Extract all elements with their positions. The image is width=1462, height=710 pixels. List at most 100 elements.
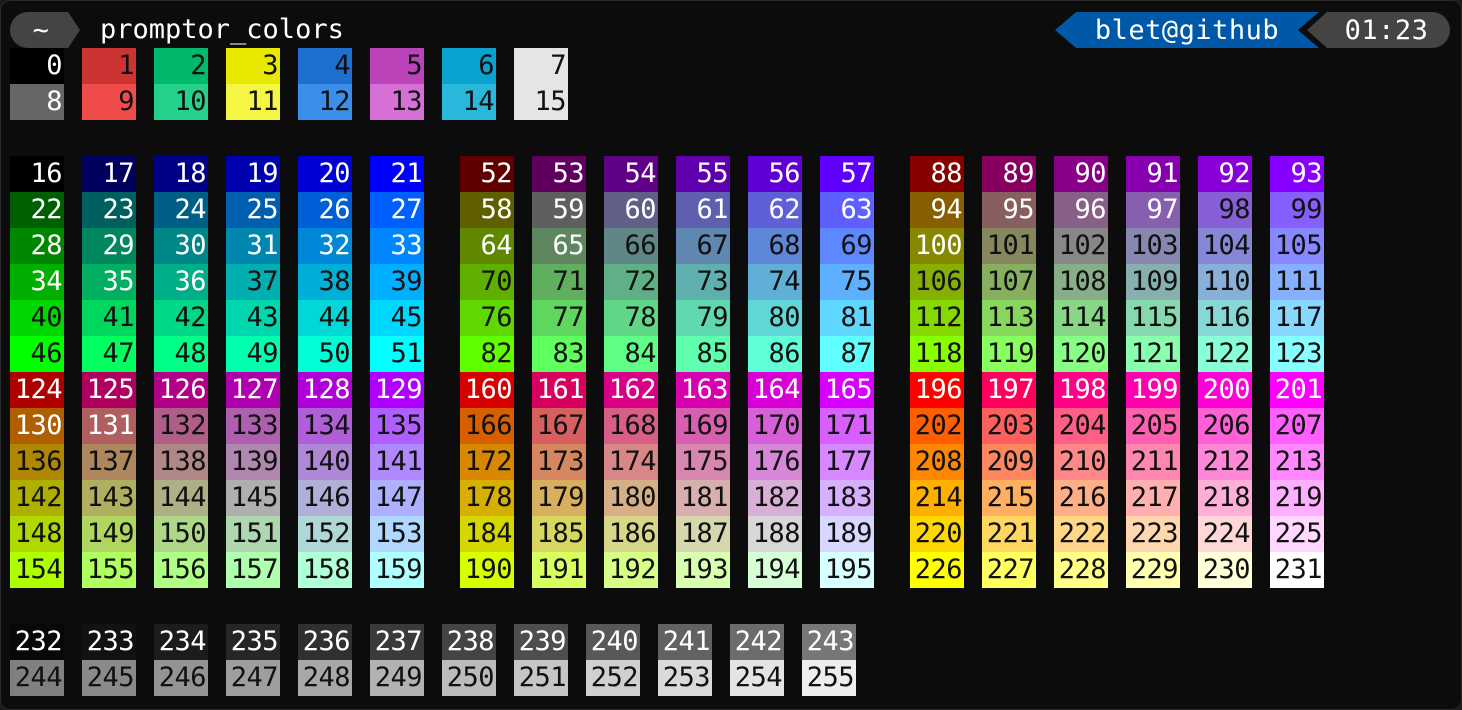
color-swatch-152: 152 — [298, 516, 352, 552]
color-swatch-43: 43 — [226, 300, 280, 336]
color-swatch-136: 136 — [10, 444, 64, 480]
color-swatch-196: 196 — [910, 372, 964, 408]
color-swatch-247: 247 — [226, 660, 280, 696]
color-swatch-74: 74 — [748, 264, 802, 300]
color-swatch-155: 155 — [82, 552, 136, 588]
color-swatch-128: 128 — [298, 372, 352, 408]
color-swatch-64: 64 — [460, 228, 514, 264]
color-swatch-192: 192 — [604, 552, 658, 588]
color-swatch-96: 96 — [1054, 192, 1108, 228]
color-swatch-218: 218 — [1198, 480, 1252, 516]
color-swatch-191: 191 — [532, 552, 586, 588]
color-swatch-5: 5 — [370, 48, 424, 84]
color-swatch-124: 124 — [10, 372, 64, 408]
color-swatch-181: 181 — [676, 480, 730, 516]
color-swatch-240: 240 — [586, 624, 640, 660]
color-swatch-194: 194 — [748, 552, 802, 588]
color-swatch-103: 103 — [1126, 228, 1180, 264]
color-swatch-120: 120 — [1054, 336, 1108, 372]
color-swatch-142: 142 — [10, 480, 64, 516]
color-swatch-104: 104 — [1198, 228, 1252, 264]
color-swatch-91: 91 — [1126, 156, 1180, 192]
color-swatch-46: 46 — [10, 336, 64, 372]
color-swatch-184: 184 — [460, 516, 514, 552]
color-swatch-217: 217 — [1126, 480, 1180, 516]
color-swatch-44: 44 — [298, 300, 352, 336]
color-swatch-98: 98 — [1198, 192, 1252, 228]
color-swatch-219: 219 — [1270, 480, 1324, 516]
color-swatch-146: 146 — [298, 480, 352, 516]
color-swatch-135: 135 — [370, 408, 424, 444]
color-swatch-54: 54 — [604, 156, 658, 192]
color-swatch-139: 139 — [226, 444, 280, 480]
color-swatch-7: 7 — [514, 48, 568, 84]
color-swatch-115: 115 — [1126, 300, 1180, 336]
color-swatch-159: 159 — [370, 552, 424, 588]
color-swatch-220: 220 — [910, 516, 964, 552]
color-swatch-24: 24 — [154, 192, 208, 228]
color-swatch-123: 123 — [1270, 336, 1324, 372]
color-swatch-76: 76 — [460, 300, 514, 336]
color-palette: 0 1 2 3 4 5 6 7 8 9 10 11 12 13 14 15 16 17 18 19 20 21 52 53 54… — [0, 0, 1462, 710]
color-swatch-188: 188 — [748, 516, 802, 552]
color-swatch-164: 164 — [748, 372, 802, 408]
color-swatch-92: 92 — [1198, 156, 1252, 192]
color-swatch-160: 160 — [460, 372, 514, 408]
color-swatch-97: 97 — [1126, 192, 1180, 228]
color-swatch-230: 230 — [1198, 552, 1252, 588]
color-swatch-28: 28 — [10, 228, 64, 264]
color-swatch-22: 22 — [10, 192, 64, 228]
color-swatch-33: 33 — [370, 228, 424, 264]
color-swatch-94: 94 — [910, 192, 964, 228]
color-swatch-122: 122 — [1198, 336, 1252, 372]
color-swatch-86: 86 — [748, 336, 802, 372]
color-swatch-202: 202 — [910, 408, 964, 444]
color-swatch-63: 63 — [820, 192, 874, 228]
color-swatch-245: 245 — [82, 660, 136, 696]
color-swatch-211: 211 — [1126, 444, 1180, 480]
color-swatch-112: 112 — [910, 300, 964, 336]
color-swatch-214: 214 — [910, 480, 964, 516]
color-swatch-4: 4 — [298, 48, 352, 84]
color-swatch-71: 71 — [532, 264, 586, 300]
color-swatch-130: 130 — [10, 408, 64, 444]
color-swatch-84: 84 — [604, 336, 658, 372]
color-swatch-6: 6 — [442, 48, 496, 84]
color-swatch-11: 11 — [226, 84, 280, 120]
color-swatch-37: 37 — [226, 264, 280, 300]
color-swatch-253: 253 — [658, 660, 712, 696]
color-swatch-228: 228 — [1054, 552, 1108, 588]
color-swatch-236: 236 — [298, 624, 352, 660]
color-swatch-232: 232 — [10, 624, 64, 660]
color-swatch-238: 238 — [442, 624, 496, 660]
color-swatch-226: 226 — [910, 552, 964, 588]
color-swatch-147: 147 — [370, 480, 424, 516]
color-swatch-116: 116 — [1198, 300, 1252, 336]
color-swatch-179: 179 — [532, 480, 586, 516]
color-swatch-221: 221 — [982, 516, 1036, 552]
color-swatch-162: 162 — [604, 372, 658, 408]
color-swatch-133: 133 — [226, 408, 280, 444]
color-swatch-81: 81 — [820, 300, 874, 336]
color-swatch-101: 101 — [982, 228, 1036, 264]
color-swatch-82: 82 — [460, 336, 514, 372]
color-swatch-85: 85 — [676, 336, 730, 372]
color-swatch-110: 110 — [1198, 264, 1252, 300]
color-swatch-175: 175 — [676, 444, 730, 480]
color-swatch-177: 177 — [820, 444, 874, 480]
color-swatch-250: 250 — [442, 660, 496, 696]
color-swatch-114: 114 — [1054, 300, 1108, 336]
color-swatch-12: 12 — [298, 84, 352, 120]
color-swatch-3: 3 — [226, 48, 280, 84]
color-swatch-255: 255 — [802, 660, 856, 696]
color-swatch-53: 53 — [532, 156, 586, 192]
terminal-window: ~ promptor_colors blet@github 01:23 0123… — [0, 0, 1462, 710]
color-swatch-131: 131 — [82, 408, 136, 444]
color-swatch-34: 34 — [10, 264, 64, 300]
color-swatch-197: 197 — [982, 372, 1036, 408]
color-swatch-67: 67 — [676, 228, 730, 264]
color-swatch-109: 109 — [1126, 264, 1180, 300]
color-swatch-13: 13 — [370, 84, 424, 120]
color-swatch-168: 168 — [604, 408, 658, 444]
color-swatch-68: 68 — [748, 228, 802, 264]
